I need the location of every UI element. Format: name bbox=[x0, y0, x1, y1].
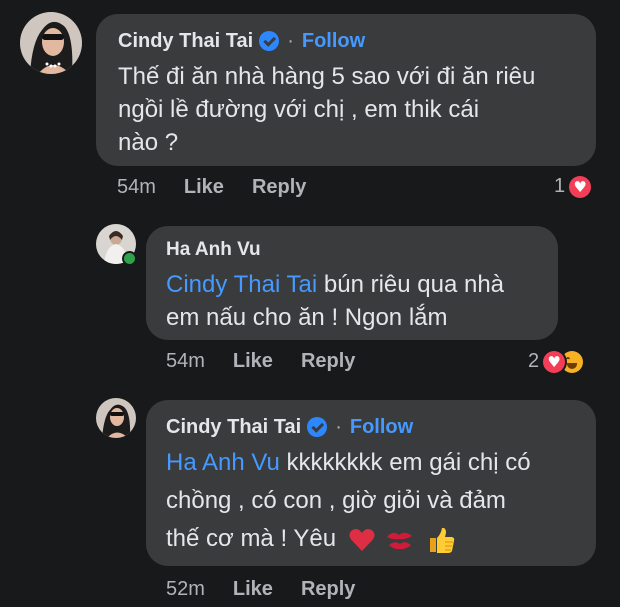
avatar[interactable] bbox=[20, 12, 82, 74]
mention-link[interactable]: Cindy Thai Tai bbox=[166, 271, 317, 298]
comment-actions: 52m Like Reply bbox=[166, 578, 355, 601]
reply-button[interactable]: Reply bbox=[252, 176, 306, 199]
comment-text-line: Cindy Thai Tai bún riêu qua nhà bbox=[166, 268, 538, 301]
reply-button[interactable]: Reply bbox=[301, 350, 355, 373]
comment-text-line: Thế đi ăn nhà hàng 5 sao với đi ăn riêu bbox=[118, 63, 536, 90]
author-name[interactable]: Ha Anh Vu bbox=[166, 239, 261, 261]
author-name[interactable]: Cindy Thai Tai bbox=[166, 416, 301, 439]
like-button[interactable]: Like bbox=[233, 578, 273, 601]
follow-button[interactable]: Follow bbox=[302, 30, 365, 53]
timestamp[interactable]: 52m bbox=[166, 578, 205, 601]
reaction-count: 1 bbox=[554, 175, 566, 197]
comment-text-line: Ha Anh Vu kkkkkkkk em gái chị có bbox=[166, 444, 576, 482]
comment-actions: 54m Like Reply bbox=[166, 350, 355, 373]
comment-text-line: nào ? bbox=[118, 129, 179, 156]
reaction-summary[interactable]: 2 bbox=[528, 350, 584, 373]
reply-button[interactable]: Reply bbox=[301, 578, 355, 601]
comment-text-fragment: thế cơ mà ! Yêu bbox=[166, 525, 337, 552]
comment-text-line: ngồi lề đường với chị , em thik cái bbox=[118, 96, 480, 123]
kiss-mark-icon bbox=[387, 532, 413, 549]
comment-bubble: Cindy Thai Tai · Follow Thế đi ăn nhà hà… bbox=[96, 14, 596, 166]
love-reaction-icon bbox=[543, 350, 566, 373]
love-reaction-icon bbox=[569, 175, 592, 198]
follow-button[interactable]: Follow bbox=[350, 416, 413, 439]
comment-bubble: Cindy Thai Tai · Follow Ha Anh Vu kkkkkk… bbox=[146, 400, 596, 566]
avatar-image bbox=[96, 398, 136, 438]
reaction-summary[interactable]: 1 bbox=[554, 175, 592, 198]
comment-actions: 54m Like Reply bbox=[117, 176, 306, 199]
timestamp[interactable]: 54m bbox=[166, 350, 205, 373]
comment-text-fragment: bún riêu qua nhà bbox=[317, 271, 505, 298]
comment-text-fragment: kkkkkkkk em gái chị có bbox=[279, 449, 531, 476]
avatar-image bbox=[20, 12, 82, 74]
mention-link[interactable]: Ha Anh Vu bbox=[166, 449, 280, 476]
verified-badge-icon bbox=[307, 417, 328, 437]
separator-dot: · bbox=[335, 415, 342, 438]
red-heart-icon bbox=[349, 528, 375, 551]
author-name[interactable]: Cindy Thai Tai bbox=[118, 30, 253, 53]
verified-badge-icon bbox=[259, 31, 280, 51]
comment-text-line: em nấu cho ăn ! Ngon lắm bbox=[166, 304, 448, 331]
comment-text: Thế đi ăn nhà hàng 5 sao với đi ăn riêu … bbox=[118, 60, 576, 159]
avatar[interactable] bbox=[96, 398, 136, 438]
timestamp[interactable]: 54m bbox=[117, 176, 156, 199]
comment-text: Ha Anh Vu kkkkkkkk em gái chị có chồng ,… bbox=[166, 444, 576, 558]
separator-dot: · bbox=[287, 29, 294, 52]
like-button[interactable]: Like bbox=[233, 350, 273, 373]
comment-bubble: Ha Anh Vu Cindy Thai Tai bún riêu qua nh… bbox=[146, 226, 558, 340]
like-button[interactable]: Like bbox=[184, 176, 224, 199]
comment-text-line: chồng , có con , giờ giỏi và đảm bbox=[166, 487, 506, 514]
online-status-icon bbox=[124, 253, 135, 264]
thumbs-up-icon bbox=[430, 527, 455, 553]
comment-text: Cindy Thai Tai bún riêu qua nhà em nấu c… bbox=[166, 268, 538, 334]
reaction-count: 2 bbox=[528, 350, 540, 372]
comment-text-line: thế cơ mà ! Yêu bbox=[166, 520, 576, 558]
